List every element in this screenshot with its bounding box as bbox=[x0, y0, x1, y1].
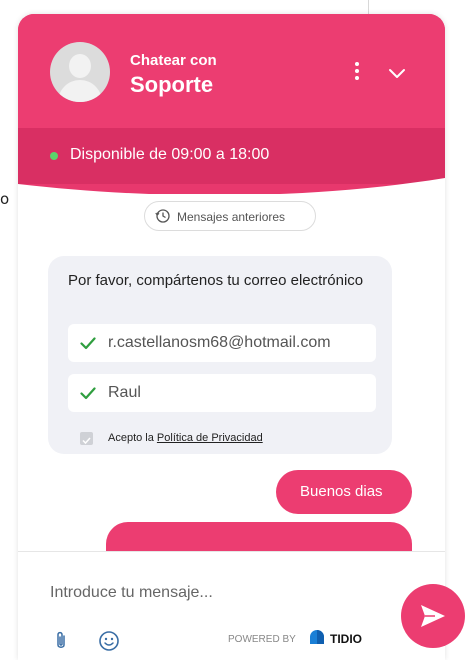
powered-by-label: POWERED BY bbox=[228, 634, 296, 645]
tidio-brand: TIDIO bbox=[330, 632, 362, 646]
email-value: r.castellanosm68@hotmail.com bbox=[108, 334, 331, 351]
paperclip-icon[interactable] bbox=[54, 630, 68, 652]
message-input[interactable] bbox=[50, 580, 350, 606]
composer: POWERED BY TIDIO bbox=[18, 552, 445, 660]
chat-header: Chatear con Soporte Disponible de 09:00 … bbox=[18, 14, 445, 194]
smiley-icon[interactable] bbox=[98, 630, 120, 652]
send-icon bbox=[421, 605, 445, 627]
avatar bbox=[50, 42, 110, 102]
chat-widget: Chatear con Soporte Disponible de 09:00 … bbox=[18, 14, 445, 660]
form-prompt: Por favor, compártenos tu correo electró… bbox=[68, 272, 364, 289]
name-field[interactable]: Raul bbox=[68, 374, 376, 412]
history-button[interactable]: Mensajes anteriores bbox=[144, 201, 316, 231]
message-text: Buenos dias bbox=[300, 483, 383, 500]
availability-text: Disponible de 09:00 a 18:00 bbox=[70, 146, 270, 163]
privacy-policy-link[interactable]: Política de Privacidad bbox=[157, 432, 263, 444]
check-icon bbox=[80, 337, 96, 350]
send-button[interactable] bbox=[401, 584, 465, 648]
more-vertical-icon[interactable] bbox=[350, 62, 364, 86]
background-text: o bbox=[0, 190, 10, 208]
user-message-bubble: Buenos dias bbox=[276, 470, 412, 514]
background-divider bbox=[368, 0, 369, 14]
online-status-icon bbox=[50, 152, 58, 160]
header-wave bbox=[18, 178, 445, 204]
agent-name: Soporte bbox=[130, 72, 214, 97]
user-message-bubble-partial bbox=[106, 522, 412, 552]
history-label: Mensajes anteriores bbox=[177, 210, 286, 224]
consent-text: Acepto la Política de Privacidad bbox=[108, 432, 263, 444]
avatar-body bbox=[58, 80, 102, 102]
consent-checkbox[interactable] bbox=[80, 432, 93, 445]
avatar-head bbox=[69, 54, 91, 78]
history-icon bbox=[155, 209, 170, 223]
name-value: Raul bbox=[108, 384, 141, 401]
chevron-down-icon[interactable] bbox=[388, 66, 406, 80]
consent-prefix: Acepto la bbox=[108, 432, 157, 444]
contact-form-card: Por favor, compártenos tu correo electró… bbox=[48, 256, 392, 454]
page: o Chatear con Soporte Disponible de 09:0… bbox=[0, 0, 469, 660]
chat-with-label: Chatear con bbox=[130, 52, 217, 69]
check-icon bbox=[80, 387, 96, 400]
email-field[interactable]: r.castellanosm68@hotmail.com bbox=[68, 324, 376, 362]
tidio-logo-icon bbox=[310, 630, 324, 644]
